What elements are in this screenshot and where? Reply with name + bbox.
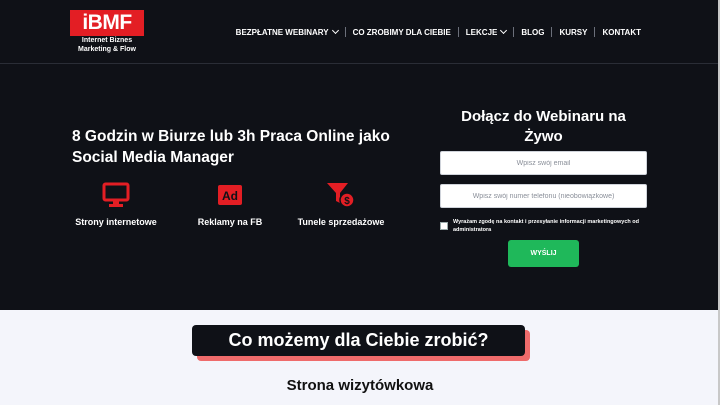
nav-label: LEKCJE — [465, 27, 498, 37]
section-heading: Co możemy dla Ciebie zrobić? — [192, 325, 525, 356]
chevron-down-icon — [500, 26, 508, 35]
section-subheading: Strona wizytówkowa — [286, 377, 434, 394]
phone-field[interactable] — [440, 184, 647, 208]
svg-text:$: $ — [344, 196, 350, 207]
logo-wordmark: iBMF — [70, 10, 144, 36]
nav-item-webinars[interactable]: BEZPŁATNE WEBINARY — [229, 26, 345, 37]
logo-tagline-line1: Internet Biznes — [81, 37, 133, 44]
nav-label: CO ZROBIMY DLA CIEBIE — [352, 27, 451, 37]
ad-icon: Ad — [175, 180, 285, 210]
monitor-icon — [61, 180, 171, 210]
svg-text:Ad: Ad — [222, 189, 238, 203]
logo-tagline-line2: Marketing & Flow — [78, 46, 136, 53]
feature-fb-ads: Ad Reklamy na FB — [175, 180, 285, 227]
hero-title: 8 Godzin w Biurze lub 3h Praca Online ja… — [72, 128, 390, 166]
funnel-dollar-icon: $ — [286, 180, 396, 210]
nav-item-lessons[interactable]: LEKCJE — [459, 26, 514, 37]
logo-tagline: Internet Biznes Marketing & Flow — [70, 36, 144, 54]
feature-label: Reklamy na FB — [197, 217, 263, 227]
main-nav: BEZPŁATNE WEBINARY CO ZROBIMY DLA CIEBIE… — [229, 24, 648, 40]
feature-websites: Strony internetowe — [61, 180, 171, 227]
feature-sales-funnels: $ Tunele sprzedażowe — [286, 180, 396, 227]
nav-item-services[interactable]: CO ZROBIMY DLA CIEBIE — [346, 28, 458, 37]
email-field[interactable] — [440, 151, 647, 175]
form-title: Dołącz do Webinaru na Żywo — [461, 108, 626, 145]
nav-label: KONTAKT — [602, 27, 641, 37]
nav-label: KURSY — [559, 27, 588, 37]
feature-label: Strony internetowe — [75, 217, 157, 227]
brand-logo[interactable]: iBMF Internet Biznes Marketing & Flow — [70, 10, 146, 58]
chevron-down-icon — [331, 26, 339, 35]
submit-button[interactable]: WYŚLIJ — [508, 240, 579, 267]
nav-label: BEZPŁATNE WEBINARY — [235, 27, 329, 37]
feature-label: Tunele sprzedażowe — [297, 217, 385, 227]
nav-label: BLOG — [521, 27, 545, 37]
site-header: iBMF Internet Biznes Marketing & Flow BE… — [0, 0, 720, 64]
nav-item-contact[interactable]: KONTAKT — [595, 28, 648, 37]
consent-row: Wyrażam zgodę na kontakt i przesyłanie i… — [440, 218, 647, 234]
nav-item-courses[interactable]: KURSY — [552, 28, 594, 37]
consent-label: Wyrażam zgodę na kontakt i przesyłanie i… — [453, 219, 640, 233]
nav-item-blog[interactable]: BLOG — [514, 28, 551, 37]
consent-checkbox[interactable] — [440, 222, 448, 230]
